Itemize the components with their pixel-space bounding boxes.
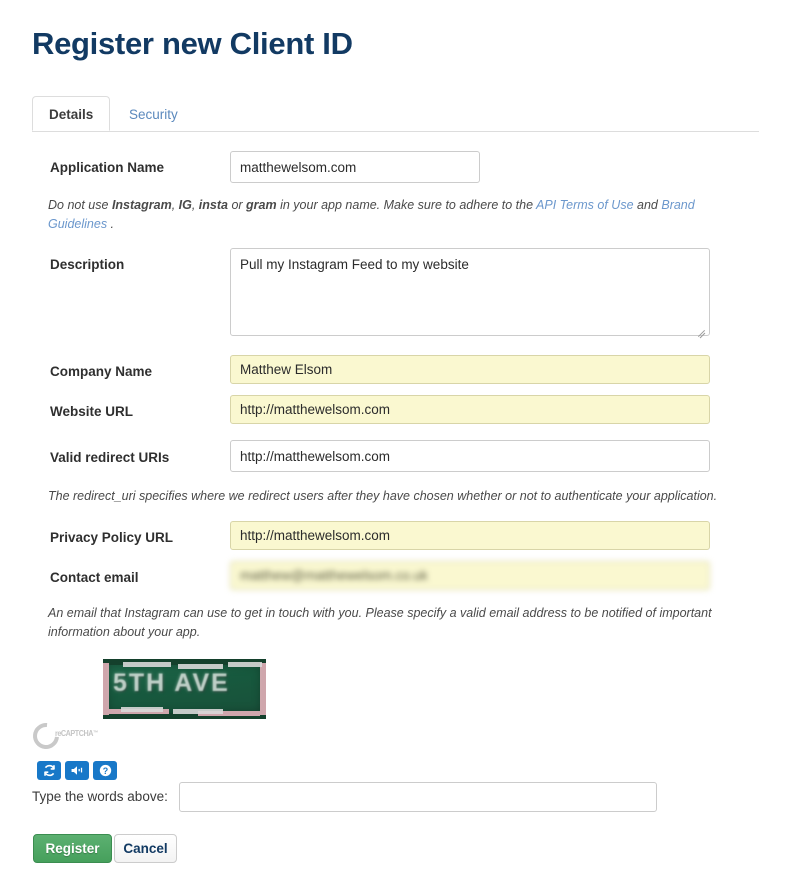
privacy-policy-url-input[interactable] [230,521,710,550]
valid-redirect-uris-label: Valid redirect URIs [50,450,170,465]
cancel-button[interactable]: Cancel [114,834,177,863]
svg-text:?: ? [102,766,107,776]
help-term-instagram: Instagram [111,198,172,212]
register-client-id-page: Register new Client ID Details Security … [0,0,791,894]
captcha-help-icon[interactable]: ? [93,761,117,780]
help-term-gram: gram [246,198,277,212]
description-textarea[interactable] [230,248,710,336]
captcha-audio-icon[interactable] [65,761,89,780]
help-sep-2: , [191,198,199,212]
description-label: Description [50,257,125,272]
register-button[interactable]: Register [33,834,112,863]
tab-details[interactable]: Details [32,96,111,131]
contact-email-help: An email that Instagram can use to get i… [48,606,712,640]
captcha-refresh-icon[interactable] [37,761,61,780]
privacy-policy-url-label: Privacy Policy URL [50,530,174,545]
help-sep-1: , [171,198,179,212]
valid-redirect-uris-input[interactable] [230,440,710,472]
recaptcha-logo: reCAPTCHA™ [27,717,123,755]
application-name-input[interactable] [230,151,480,183]
help-term-insta: insta [198,198,228,212]
redirect-uri-help: The redirect_uri specifies where we redi… [48,489,718,503]
application-name-label: Application Name [50,160,165,175]
website-url-input[interactable] [230,395,710,424]
captcha-answer-input[interactable] [179,782,657,812]
application-name-help: Do not use Instagram, IG, insta or gram … [48,196,738,235]
contact-email-label: Contact email [50,570,139,585]
tab-bar: Details Security [32,96,759,132]
help-prefix: Do not use [48,198,112,212]
page-title: Register new Client ID [32,26,353,61]
recaptcha-tm: ™ [92,730,98,737]
contact-email-input[interactable] [230,561,710,590]
captcha-input-label: Type the words above: [32,789,168,804]
recaptcha-wordmark: reCAPTCHA™ [55,728,98,743]
help-conjunction: and [633,198,662,212]
tab-security[interactable]: Security [112,96,195,131]
api-terms-of-use-link[interactable]: API Terms of Use [536,198,634,212]
help-term-ig: IG [178,198,192,212]
captcha-challenge-image: 5TH AVE [103,659,266,719]
help-sep-3: or [227,198,247,212]
website-url-label: Website URL [50,404,134,419]
help-suffix: . [107,217,115,232]
captcha-challenge-text: 5TH AVE [113,669,230,697]
recaptcha-re-text: reCAPTCHA [55,729,93,738]
help-middle: in your app name. Make sure to adhere to… [276,198,537,212]
company-name-input[interactable] [230,355,710,384]
company-name-label: Company Name [50,364,153,379]
